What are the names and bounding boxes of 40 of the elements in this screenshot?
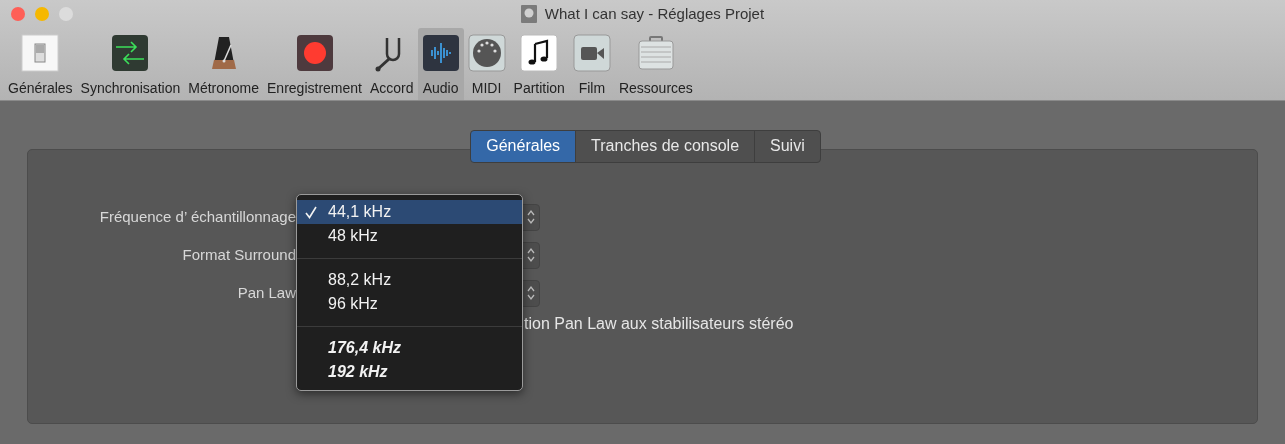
waveform-icon bbox=[421, 34, 460, 72]
menu-item[interactable]: 176,4 kHz bbox=[297, 336, 522, 360]
menu-item[interactable]: 48 kHz bbox=[297, 224, 522, 248]
toolbar-tab[interactable]: Enregistrement bbox=[263, 28, 366, 100]
menu-item[interactable]: 96 kHz bbox=[297, 292, 522, 316]
segment-tab[interactable]: Suivi bbox=[754, 130, 821, 163]
menu-item[interactable]: 88,2 kHz bbox=[297, 268, 522, 292]
window-title: What I can say - Réglages Projet bbox=[544, 3, 765, 24]
segment-tab[interactable]: Tranches de console bbox=[575, 130, 756, 163]
toolbar-tab[interactable]: Ressources bbox=[614, 28, 697, 100]
close-button[interactable] bbox=[11, 7, 25, 21]
video-camera-icon bbox=[572, 34, 611, 72]
switch-icon bbox=[21, 34, 60, 72]
toolbar-tab[interactable]: Partition bbox=[509, 28, 569, 100]
stepper-icon bbox=[526, 209, 536, 225]
toolbar-tab[interactable]: Synchronisation bbox=[76, 28, 185, 100]
music-note-icon bbox=[520, 34, 559, 72]
menu-item[interactable]: 44,1 kHz bbox=[297, 200, 522, 224]
toolbar-tab[interactable]: Audio bbox=[417, 28, 464, 100]
toolbar-tab[interactable]: Accord bbox=[365, 28, 418, 100]
field-label: Fréquence d’ échantillonnage bbox=[98, 206, 296, 227]
zoom-button[interactable] bbox=[59, 7, 73, 21]
segment-tab[interactable]: Générales bbox=[470, 130, 577, 163]
midi-port-icon bbox=[467, 34, 506, 72]
toolbar-tab[interactable]: Générales bbox=[4, 28, 77, 100]
menu-item[interactable]: 192 kHz bbox=[297, 360, 522, 384]
field-label: Pan Law bbox=[236, 282, 296, 303]
stepper-icon bbox=[526, 247, 536, 263]
toolbar-tab[interactable]: Film bbox=[568, 28, 615, 100]
checkmark-icon bbox=[305, 206, 317, 220]
document-icon bbox=[520, 5, 537, 23]
minimize-button[interactable] bbox=[35, 7, 49, 21]
record-icon bbox=[295, 34, 334, 72]
toolbar-tab[interactable]: MIDI bbox=[463, 28, 510, 100]
stepper-icon bbox=[526, 285, 536, 301]
field-label: Format Surround bbox=[181, 244, 296, 265]
checkbox-label: tion Pan Law aux stabilisateurs stéréo bbox=[523, 314, 795, 334]
briefcase-icon bbox=[636, 34, 675, 72]
toolbar-tab[interactable]: Métronome bbox=[184, 28, 264, 100]
arrows-icon bbox=[111, 34, 150, 72]
